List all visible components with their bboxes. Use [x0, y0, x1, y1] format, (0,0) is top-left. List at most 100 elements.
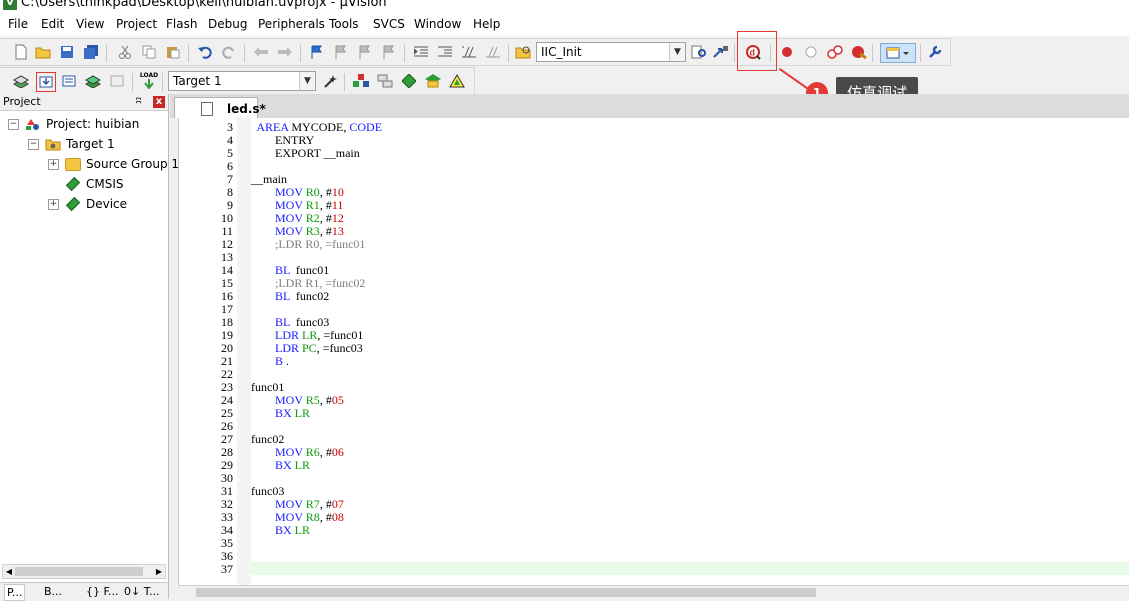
menu-project[interactable]: Project: [114, 17, 159, 31]
manage-rte-icon[interactable]: [400, 72, 418, 90]
window-layout-icon[interactable]: [880, 43, 916, 63]
menu-tools[interactable]: Tools: [327, 17, 361, 31]
menu-file[interactable]: File: [6, 17, 30, 31]
code-line[interactable]: 36: [179, 550, 1129, 563]
rebuild-icon[interactable]: [60, 72, 78, 90]
tab-books[interactable]: B...: [44, 584, 62, 599]
insert-breakpoint-icon[interactable]: [778, 43, 796, 61]
function-combo[interactable]: IIC_Init ▼: [536, 42, 686, 62]
uncomment-icon[interactable]: [484, 43, 502, 61]
tab-templates[interactable]: 0↓ T...: [124, 584, 160, 599]
tab-led-s[interactable]: led.s*: [174, 97, 266, 118]
save-all-icon[interactable]: [82, 43, 100, 61]
target-combo[interactable]: Target 1 ▼: [168, 71, 316, 91]
app-icon: V: [3, 0, 17, 10]
editor-horizontal-scrollbar[interactable]: [178, 585, 1129, 600]
code-line[interactable]: 16 BL func02: [179, 290, 1129, 303]
code-line[interactable]: 3 AREA MYCODE, CODE: [179, 121, 1129, 134]
code-line[interactable]: 21 B .: [179, 355, 1129, 368]
find-icon[interactable]: [690, 43, 708, 61]
tree-item-device[interactable]: + Device: [48, 194, 127, 214]
tree-item-source-group[interactable]: + Source Group 1: [48, 154, 179, 174]
code-line[interactable]: 6: [179, 160, 1129, 173]
code-line[interactable]: 30: [179, 472, 1129, 485]
pin-icon[interactable]: ʭ: [136, 96, 141, 107]
build-icon[interactable]: [36, 72, 56, 92]
stop-build-icon[interactable]: [108, 72, 126, 90]
menu-peripherals[interactable]: Peripherals: [256, 17, 327, 31]
redo-icon[interactable]: [220, 43, 238, 61]
unindent-icon[interactable]: [436, 43, 454, 61]
bookmark-icon[interactable]: [308, 43, 326, 61]
panel-horizontal-scrollbar[interactable]: ◀ ▶: [2, 564, 166, 579]
scroll-right-icon[interactable]: ▶: [153, 565, 165, 578]
nav-forward-icon[interactable]: [276, 43, 294, 61]
scroll-left-icon[interactable]: ◀: [3, 565, 15, 578]
code-line[interactable]: 37: [179, 563, 1129, 576]
enable-breakpoint-icon[interactable]: [802, 43, 820, 61]
expand-icon[interactable]: +: [48, 158, 59, 170]
undo-icon[interactable]: [196, 43, 214, 61]
prev-bookmark-icon[interactable]: [332, 43, 350, 61]
tab-project[interactable]: P...: [4, 584, 26, 601]
code-line[interactable]: 28 MOV R6, #06: [179, 446, 1129, 459]
cut-icon[interactable]: [116, 43, 134, 61]
code-line[interactable]: 33 MOV R8, #08: [179, 511, 1129, 524]
menu-edit[interactable]: Edit: [39, 17, 66, 31]
manage-project-items-icon[interactable]: [352, 72, 370, 90]
tree-item-project[interactable]: − Project: huibian: [8, 114, 139, 134]
code-line[interactable]: 25 BX LR: [179, 407, 1129, 420]
scroll-thumb[interactable]: [15, 567, 143, 576]
scroll-thumb[interactable]: [196, 588, 816, 597]
translate-icon[interactable]: [12, 72, 30, 90]
manage-multi-project-icon[interactable]: [376, 72, 394, 90]
open-file-icon[interactable]: [34, 43, 52, 61]
code-line[interactable]: 35: [179, 537, 1129, 550]
paste-icon[interactable]: [164, 43, 182, 61]
new-file-icon[interactable]: [12, 43, 30, 61]
clear-bookmarks-icon[interactable]: [380, 43, 398, 61]
code-line[interactable]: 29 BX LR: [179, 459, 1129, 472]
menu-svcs[interactable]: SVCS: [371, 17, 407, 31]
expand-icon[interactable]: +: [48, 198, 59, 210]
menu-view[interactable]: View: [74, 17, 106, 31]
load-download-icon[interactable]: LOAD: [140, 72, 158, 90]
incremental-find-icon[interactable]: [712, 43, 730, 61]
chevron-down-icon[interactable]: ▼: [669, 43, 685, 61]
kill-all-breakpoints-icon[interactable]: [850, 43, 868, 61]
pack-installer-icon[interactable]: [448, 72, 466, 90]
line-number: 7: [227, 172, 233, 186]
configure-wrench-icon[interactable]: [926, 43, 944, 61]
code-line[interactable]: 5 EXPORT __main: [179, 147, 1129, 160]
code-line[interactable]: 26: [179, 420, 1129, 433]
disable-all-breakpoints-icon[interactable]: [826, 43, 844, 61]
code-text: B .: [275, 354, 290, 368]
code-line[interactable]: 24 MOV R5, #05: [179, 394, 1129, 407]
menu-flash[interactable]: Flash: [164, 17, 199, 31]
chevron-down-icon[interactable]: ▼: [299, 72, 315, 90]
select-software-packs-icon[interactable]: [424, 72, 442, 90]
code-line[interactable]: 22: [179, 368, 1129, 381]
indent-icon[interactable]: [412, 43, 430, 61]
collapse-icon[interactable]: −: [8, 118, 19, 130]
copy-icon[interactable]: [140, 43, 158, 61]
tree-item-cmsis[interactable]: CMSIS: [48, 174, 124, 194]
code-line[interactable]: 20 LDR PC, =func03: [179, 342, 1129, 355]
code-editor[interactable]: 3 AREA MYCODE, CODE 4 ENTRY 5 EXPORT __mai…: [178, 118, 1129, 585]
tree-item-target[interactable]: − Target 1: [28, 134, 115, 154]
save-icon[interactable]: [58, 43, 76, 61]
collapse-icon[interactable]: −: [28, 138, 39, 150]
tab-functions[interactable]: {} F...: [86, 584, 119, 599]
code-line[interactable]: 12 ;LDR R0, =func01: [179, 238, 1129, 251]
nav-back-icon[interactable]: [252, 43, 270, 61]
menu-help[interactable]: Help: [471, 17, 502, 31]
batch-build-icon[interactable]: [84, 72, 102, 90]
menu-debug[interactable]: Debug: [206, 17, 249, 31]
find-in-files-icon[interactable]: [514, 43, 532, 61]
menu-window[interactable]: Window: [412, 17, 463, 31]
target-options-icon[interactable]: [322, 72, 340, 90]
comment-icon[interactable]: [460, 43, 478, 61]
code-line[interactable]: 34 BX LR: [179, 524, 1129, 537]
close-icon[interactable]: x: [153, 96, 165, 108]
next-bookmark-icon[interactable]: [356, 43, 374, 61]
